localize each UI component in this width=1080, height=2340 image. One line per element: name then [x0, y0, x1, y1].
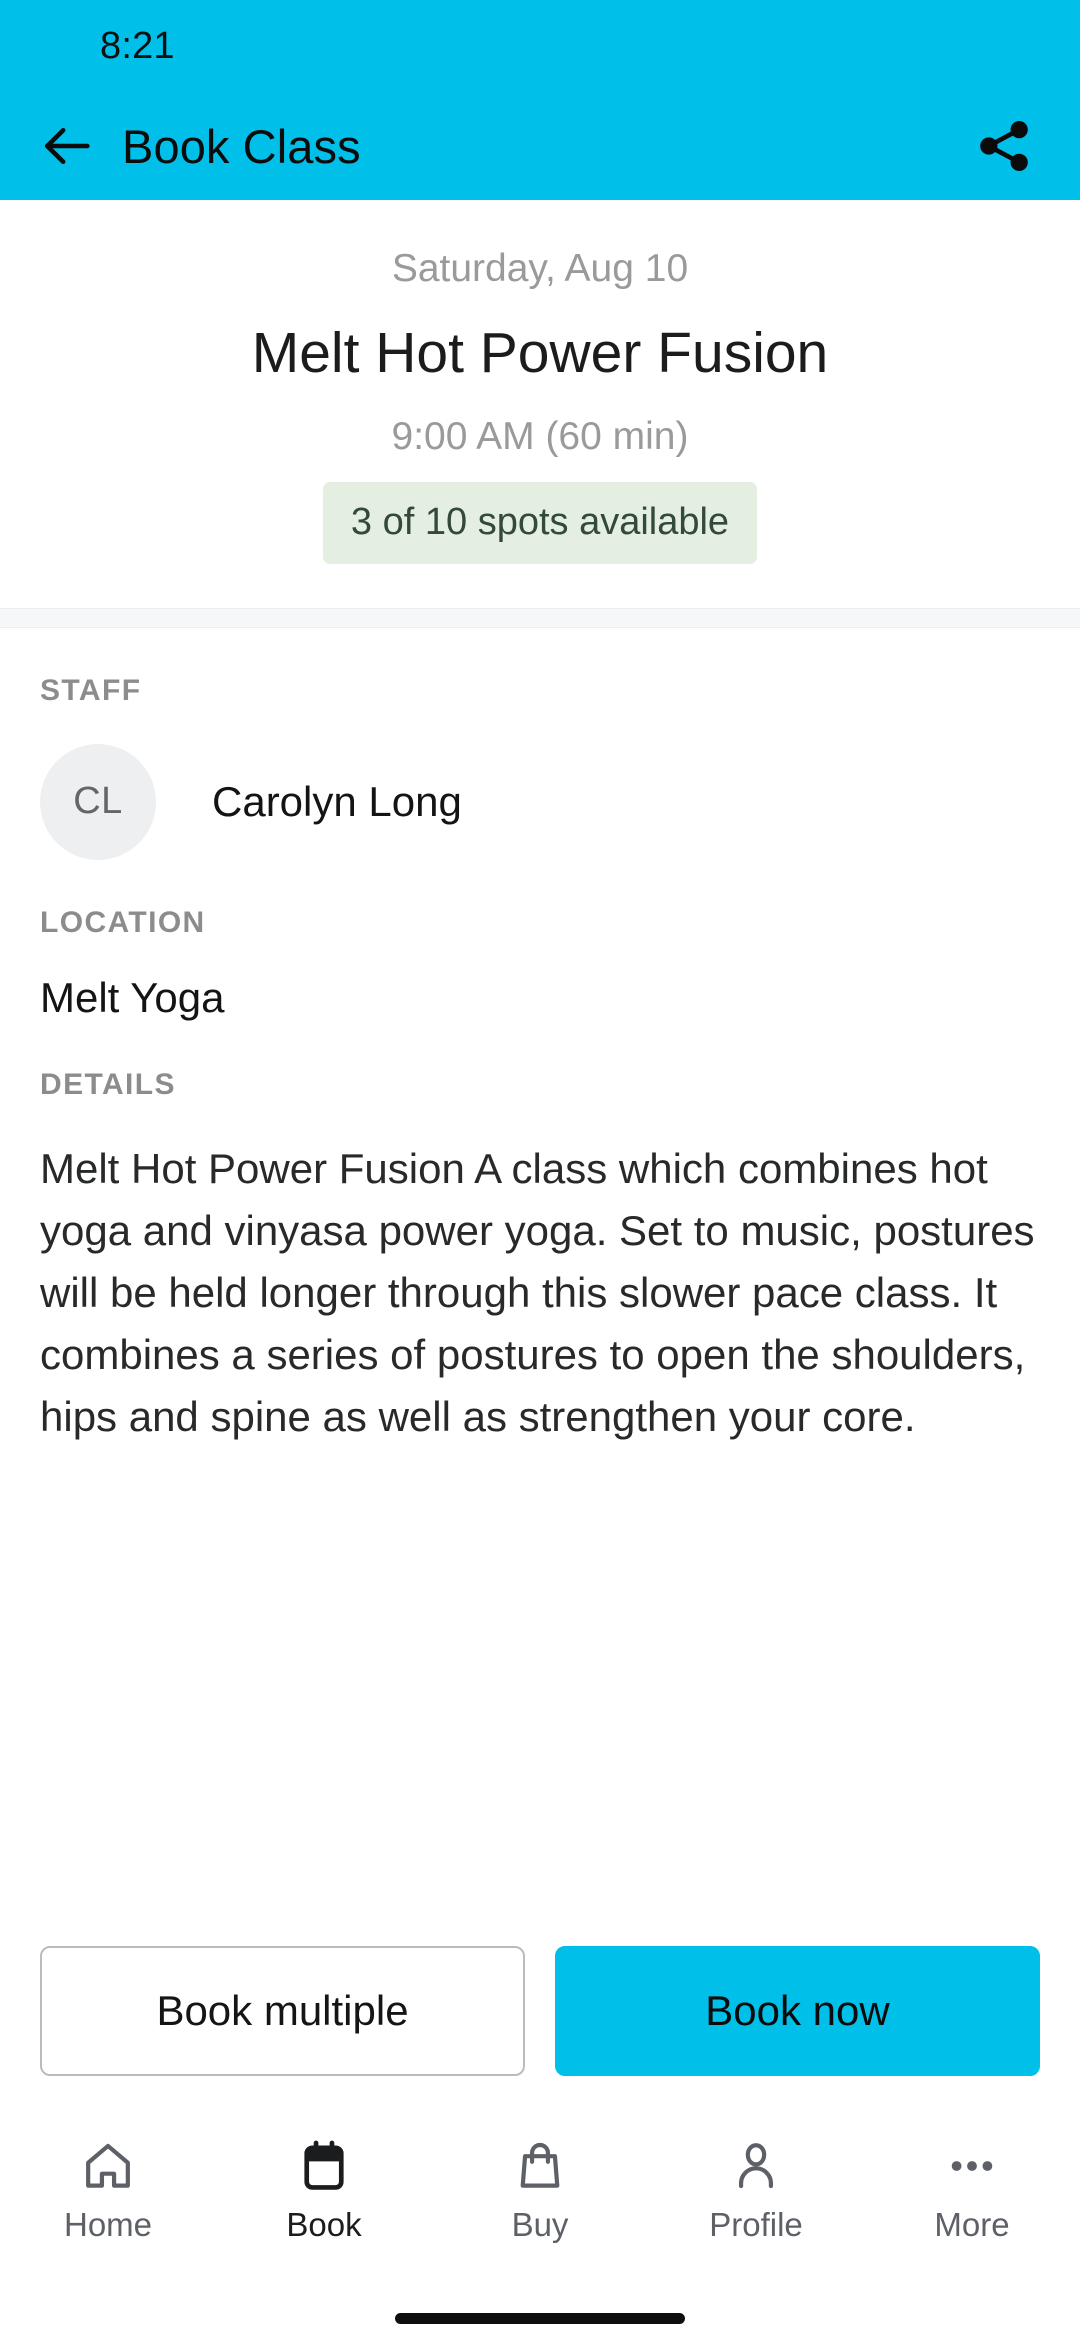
- bottom-navigation: Home Book Buy Profile More: [0, 2106, 1080, 2296]
- calendar-icon: [296, 2132, 352, 2194]
- class-details-body: STAFF CL Carolyn Long LOCATION Melt Yoga…: [0, 627, 1080, 1930]
- class-name: Melt Hot Power Fusion: [251, 320, 829, 385]
- app-bar: Book Class: [0, 92, 1080, 200]
- bag-icon: [512, 2132, 568, 2194]
- nav-label-profile: Profile: [709, 2206, 803, 2243]
- nav-label-more: More: [934, 2206, 1010, 2243]
- avatar: CL: [40, 743, 156, 860]
- details-text-clip: Melt Hot Power Fusion A class which comb…: [40, 1102, 1040, 1449]
- nav-label-home: Home: [63, 2206, 153, 2243]
- class-summary: Saturday, Aug 10 Melt Hot Power Fusion 9…: [0, 200, 1080, 608]
- location-value: Melt Yoga: [40, 973, 225, 1021]
- nav-item-book[interactable]: Book: [216, 2132, 432, 2244]
- home-indicator: [0, 2296, 1080, 2340]
- nav-item-profile[interactable]: Profile: [648, 2132, 864, 2244]
- nav-item-home[interactable]: Home: [0, 2132, 216, 2244]
- ellipsis-icon: [944, 2132, 1000, 2194]
- class-date: Saturday, Aug 10: [391, 247, 689, 290]
- staff-row[interactable]: CL Carolyn Long: [40, 743, 1040, 860]
- details-section-label: DETAILS: [40, 1067, 176, 1101]
- staff-section-label: STAFF: [40, 673, 142, 707]
- share-icon[interactable]: [972, 114, 1036, 178]
- book-multiple-button[interactable]: Book multiple: [40, 1946, 525, 2076]
- home-icon: [80, 2132, 136, 2194]
- location-section-label: LOCATION: [40, 905, 206, 939]
- staff-name: Carolyn Long: [212, 777, 462, 825]
- avatar-initials: CL: [73, 780, 123, 823]
- details-text: Melt Hot Power Fusion A class which comb…: [40, 1144, 1035, 1441]
- class-time-duration: 9:00 AM (60 min): [391, 415, 689, 458]
- person-icon: [728, 2132, 784, 2194]
- nav-item-buy[interactable]: Buy: [432, 2132, 648, 2244]
- nav-label-buy: Buy: [511, 2206, 569, 2243]
- section-divider: [0, 607, 1080, 628]
- book-now-button[interactable]: Book now: [555, 1946, 1040, 2076]
- app-screen: 8:21 Book Class Saturday, Aug 10 Melt Ho…: [0, 0, 1080, 2340]
- spots-available-badge: 3 of 10 spots available: [322, 481, 758, 564]
- nav-item-more[interactable]: More: [864, 2132, 1080, 2244]
- home-indicator-bar[interactable]: [395, 2312, 685, 2324]
- status-bar: 8:21: [0, 0, 1080, 92]
- page-title: Book Class: [122, 119, 361, 173]
- back-arrow-icon[interactable]: [36, 114, 100, 178]
- status-bar-time: 8:21: [100, 24, 175, 67]
- action-bar: Book multiple Book now: [0, 1930, 1080, 2106]
- app-header: 8:21 Book Class: [0, 0, 1080, 200]
- nav-label-book: Book: [286, 2206, 362, 2243]
